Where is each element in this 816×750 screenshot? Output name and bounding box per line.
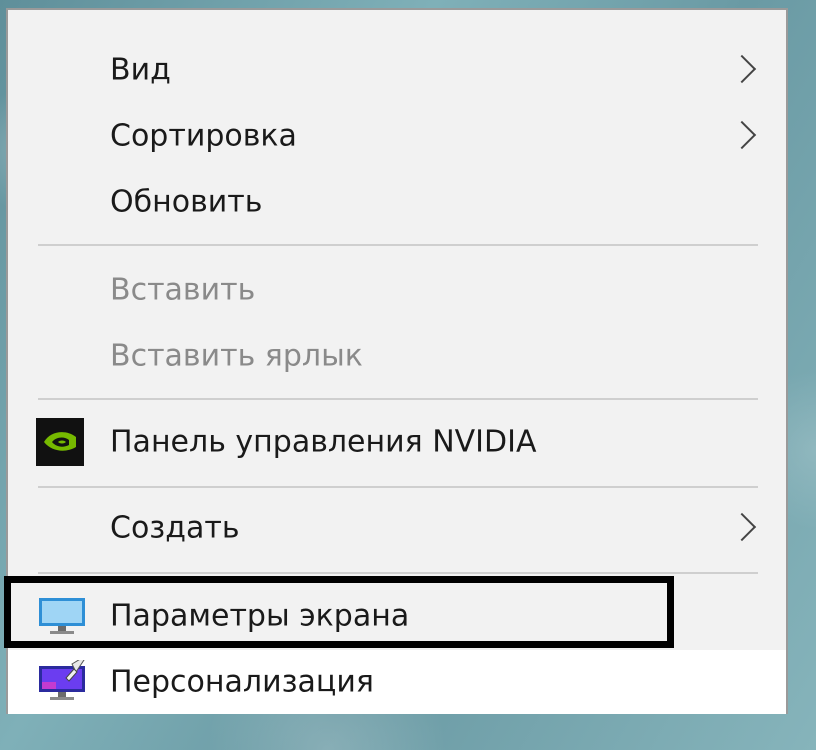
menu-item-label: Обновить — [110, 184, 263, 220]
chevron-right-icon — [727, 54, 757, 84]
menu-item-display-settings[interactable]: Параметры экрана — [8, 584, 786, 648]
menu-separator — [38, 398, 758, 400]
menu-item-refresh[interactable]: Обновить — [8, 170, 786, 234]
menu-item-label: Создать — [110, 510, 240, 546]
menu-item-label: Параметры экрана — [110, 598, 410, 634]
menu-item-new[interactable]: Создать — [8, 496, 786, 560]
menu-item-label: Сортировка — [110, 118, 297, 154]
menu-item-label: Персонализация — [110, 664, 374, 700]
menu-item-nvidia-control-panel[interactable]: Панель управления NVIDIA — [8, 410, 786, 474]
menu-item-view[interactable]: Вид — [8, 38, 786, 102]
menu-item-label: Панель управления NVIDIA — [110, 424, 537, 460]
nvidia-icon — [36, 418, 84, 466]
menu-item-paste: Вставить — [8, 258, 786, 322]
chevron-right-icon — [727, 120, 757, 150]
display-settings-icon — [36, 594, 88, 638]
menu-separator — [38, 572, 758, 574]
chevron-right-icon — [727, 512, 757, 542]
menu-item-paste-shortcut: Вставить ярлык — [8, 324, 786, 388]
personalization-icon — [36, 657, 88, 704]
menu-item-label: Вставить ярлык — [110, 338, 363, 374]
menu-item-sort[interactable]: Сортировка — [8, 104, 786, 168]
menu-item-label: Вид — [110, 52, 171, 88]
menu-separator — [38, 486, 758, 488]
desktop-context-menu: Вид Сортировка Обновить Вставить Вставит… — [6, 8, 788, 714]
menu-item-label: Вставить — [110, 272, 256, 308]
menu-item-personalization[interactable]: Персонализация — [8, 650, 786, 714]
menu-separator — [38, 244, 758, 246]
